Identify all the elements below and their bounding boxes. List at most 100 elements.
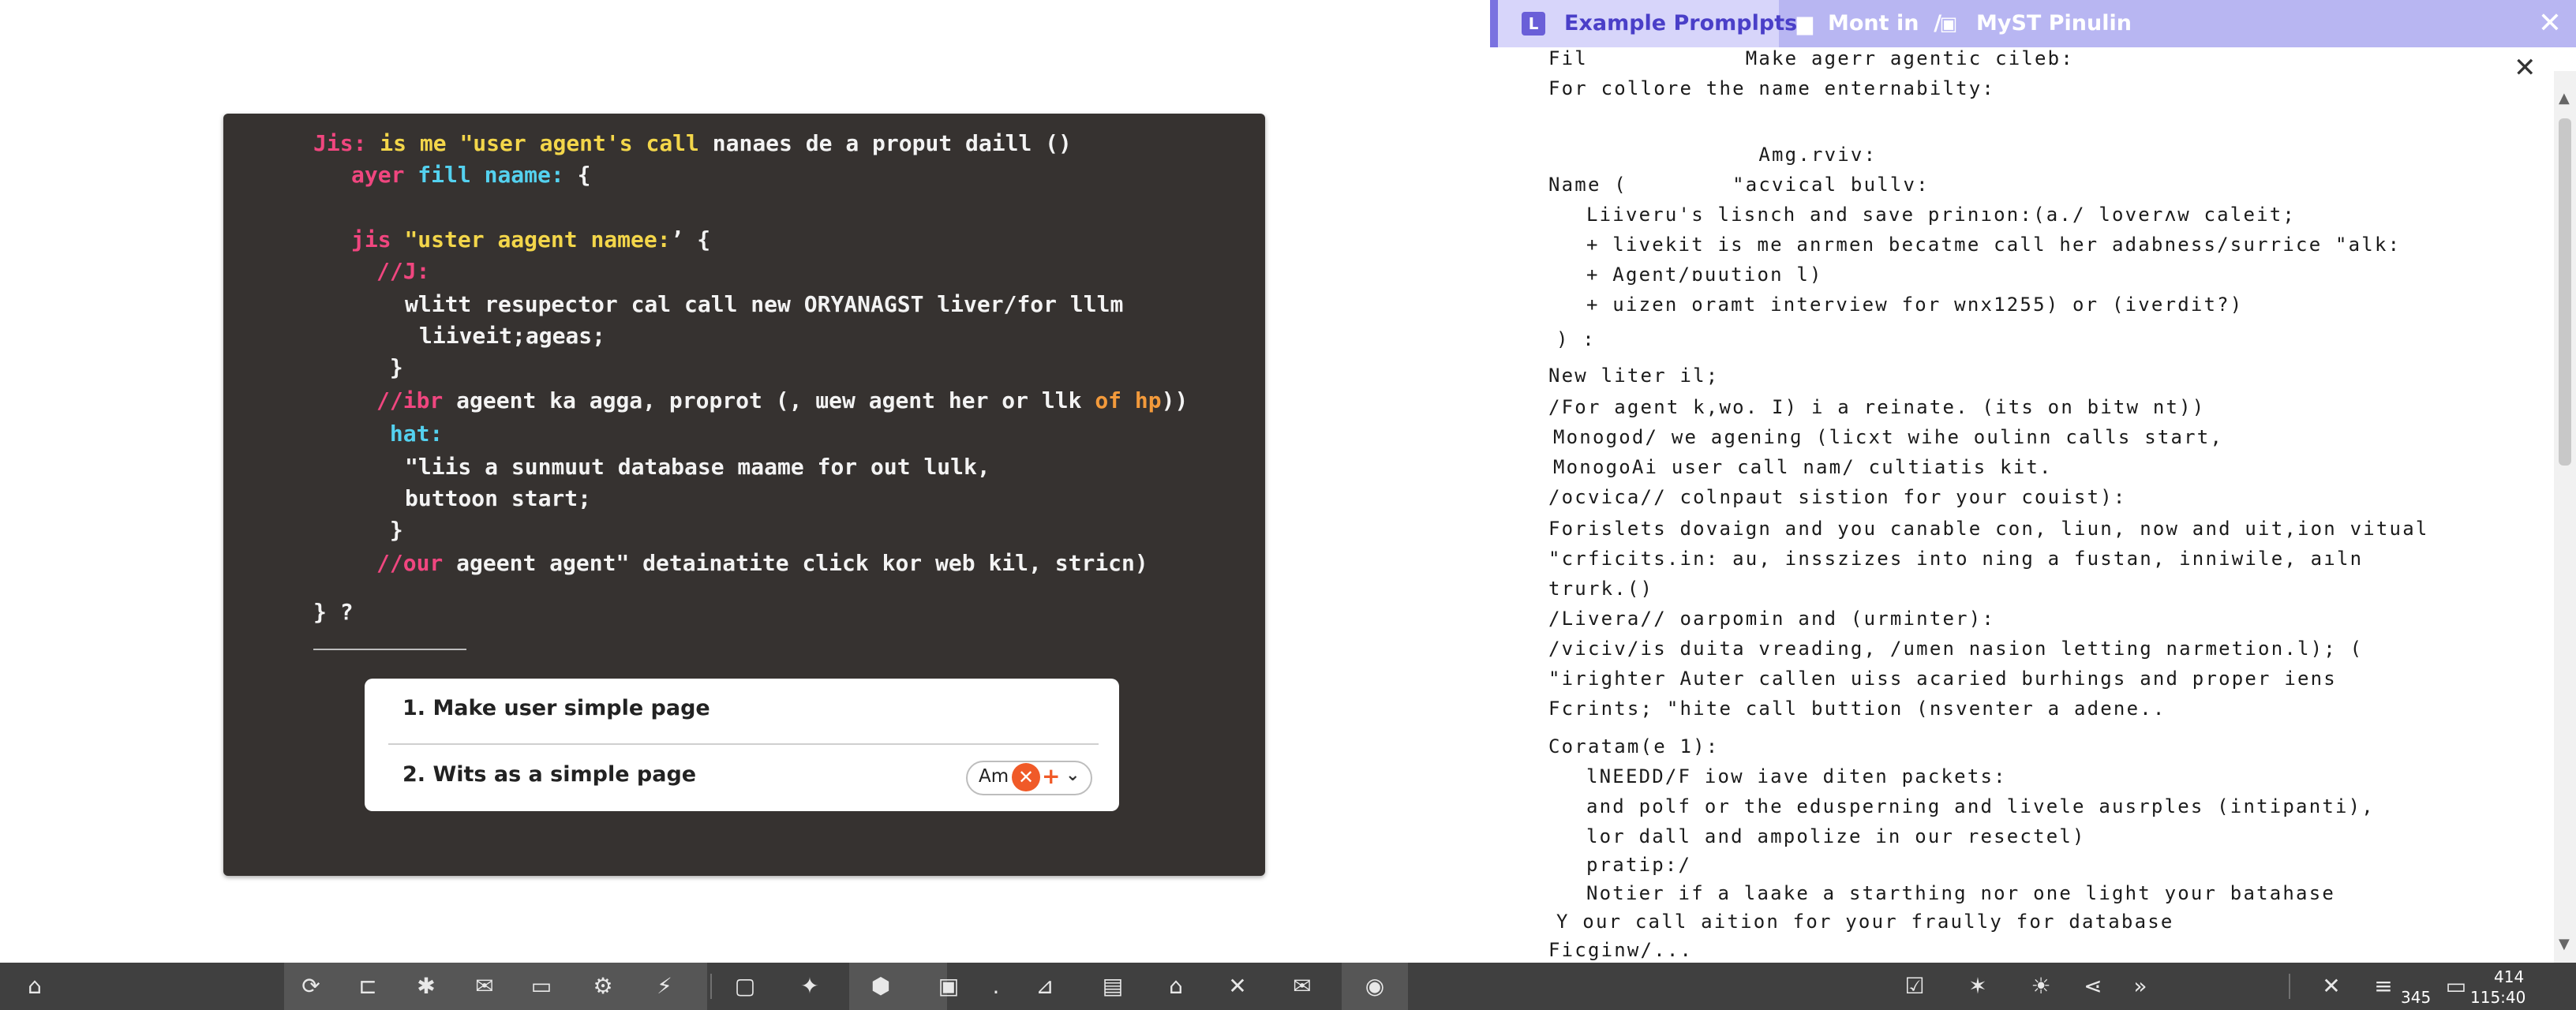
code-line: Jis: is me "user agent's call nanaes de … [313, 128, 1072, 159]
document-line: MonogoAi user call nam/ cultiatis kit. [1553, 456, 2053, 478]
battery-icon[interactable]: ▭ [2440, 971, 2472, 1002]
mute-icon[interactable]: ✕ [2316, 971, 2347, 1002]
code-line: //our ageent agent" detainatite click ko… [376, 548, 1148, 579]
scrollbar[interactable]: ▲ ▼ [2554, 71, 2576, 963]
clock-time[interactable]: 414 [2494, 967, 2524, 986]
document-line: Fil Make agerr agentic cileb: [1548, 47, 2074, 69]
code-token: } [376, 517, 403, 543]
code-line: ayer fill naame: { [351, 159, 590, 191]
document-line: + uizen oramt interview for wnx1255) or … [1586, 294, 2244, 316]
prompt-item-2-label: 2. Wits as a simple page [402, 762, 697, 787]
document-line: New liter il; [1548, 365, 1720, 387]
compass-icon[interactable]: ✦ [794, 971, 826, 1002]
document-line: Ficginw/... [1548, 939, 1694, 961]
code-line: jis "uster aagent namee:’ { [351, 224, 710, 256]
document-line: Name ( "acvical bullv: [1548, 174, 1930, 196]
code-token: liiveit;ageas; [419, 323, 606, 349]
document-line: Forislets dovaign and you canable con, l… [1548, 518, 2429, 540]
document-line: For collore the name enternabilty: [1548, 77, 1996, 99]
document-line: Y our call aition for your fraully for d… [1556, 911, 2174, 933]
code-token: ageent ka agga, proprot (, ɯew agent her… [456, 387, 1095, 413]
code-token: //our [376, 550, 457, 576]
document-line: trurk.() [1548, 578, 1654, 600]
close-icon[interactable]: ✕ [1012, 763, 1040, 791]
code-token: ayer [351, 162, 418, 188]
code-line: } [376, 514, 403, 546]
document-line: and polf or the eduspernіng and livele a… [1586, 795, 2375, 817]
code-token: fill naame: [417, 162, 578, 188]
forward-icon[interactable]: » [2125, 971, 2156, 1002]
code-line: wlitt resupector cal call new ORYANAGST … [405, 289, 1123, 320]
document-line: Liiveru's lisnch and save prinıon:(a./ l… [1586, 204, 2297, 226]
code-token: wlitt resupector cal call new ORYANAGST … [405, 291, 1124, 317]
lightning-icon[interactable]: ⚡ [649, 971, 680, 1002]
prompt-item-2[interactable]: 2. Wits as a simple page Am ✕ + ⌄ [365, 745, 1119, 808]
model-selector[interactable]: Am ✕ + ⌄ [966, 761, 1092, 795]
clock-date[interactable]: 115:40 [2470, 988, 2525, 1007]
scrollbar-thumb[interactable] [2559, 118, 2571, 466]
mail-icon[interactable]: ✉ [469, 971, 500, 1002]
document-line: Notier if a laake a starthing nor one li… [1586, 882, 2336, 904]
code-token: //J: [376, 258, 430, 284]
code-token: jis [351, 226, 405, 252]
code-token: } [376, 354, 403, 380]
document-line: Monogod/ we ageninɡ (licxt wihe oulinn c… [1553, 426, 2224, 448]
list-icon[interactable]: ≡ [2368, 971, 2399, 1002]
folder-icon[interactable]: ▤ [1097, 971, 1129, 1002]
code-token: )) [1161, 387, 1189, 413]
bookmark-icon[interactable]: ⊏ [352, 971, 384, 1002]
dot-icon[interactable]: . [980, 971, 1012, 1002]
document-line: Fcrints; "hite call buttion (nsventer a … [1548, 698, 2166, 720]
document-line: + Agent/ɒuution l) [1586, 264, 1823, 286]
code-divider [313, 649, 466, 650]
chrome-icon[interactable]: ◉ [1359, 971, 1391, 1002]
document-line: "irighter Auter callen uiss acaried burh… [1548, 668, 2337, 690]
home-icon[interactable]: ⌂ [19, 971, 51, 1002]
document-line: pratip:/ [1586, 854, 1692, 876]
chart-icon[interactable]: ⊿ [1029, 971, 1061, 1002]
model-selector-label: Am [979, 766, 1009, 787]
code-token: } [313, 599, 340, 625]
sync-icon[interactable]: ⟳ [295, 971, 327, 1002]
code-line: } [376, 352, 403, 383]
code-token: "liis a sunmuut database maame for out l… [405, 454, 990, 480]
document-line: /Livera// oarpomin and (urminter): [1548, 608, 1996, 630]
star-icon[interactable]: ✶ [1962, 971, 1994, 1002]
taskbar-separator [710, 974, 712, 999]
code-token: is me [380, 130, 460, 156]
chevron-down-icon[interactable]: ⌄ [1065, 765, 1080, 785]
chat-icon[interactable]: ▢ [729, 971, 761, 1002]
terminal-icon[interactable]: ▭ [526, 971, 557, 1002]
document-line: + livekit is me anrmen becatme call her … [1586, 234, 2402, 256]
code-token: ageent agent" detainatite click kor web … [456, 550, 1148, 576]
code-line: liiveit;ageas; [419, 320, 605, 352]
code-token: "uster aagent namee: [404, 226, 671, 252]
email-icon[interactable]: ✉ [1286, 971, 1318, 1002]
document-line: /For agent k,wo. I) i a reinate. (its on… [1548, 396, 2206, 418]
weather-icon[interactable]: ☀ [2025, 971, 2057, 1002]
document-line: lor dall and ampolize in our resectel) [1586, 825, 2086, 847]
code-line: //J: [376, 256, 429, 287]
taskbar-separator [2289, 974, 2290, 999]
check-box-icon[interactable]: ☑ [1899, 971, 1930, 1002]
prompt-item-1[interactable]: 1. Make user simple page [365, 679, 1119, 742]
box-icon[interactable]: ▣ [933, 971, 964, 1002]
document-pane: L Example Promplpts ▆ Mont in / ▣ MyST P… [1490, 0, 2576, 963]
crop-icon[interactable]: ✕ [1222, 971, 1253, 1002]
share-icon[interactable]: ⋖ [2077, 971, 2109, 1002]
gear-icon[interactable]: ⚙ [587, 971, 619, 1002]
code-token: ? [339, 599, 354, 625]
close-icon[interactable]: ✕ [2514, 52, 2537, 84]
house-icon[interactable]: ⌂ [1160, 971, 1192, 1002]
code-line: } ? [313, 597, 354, 628]
scroll-down-icon[interactable]: ▼ [2559, 936, 2570, 952]
document-line: "crficits.in: au, insszizes into ning a … [1548, 548, 2364, 570]
plus-icon[interactable]: + [1042, 763, 1060, 789]
settings-puzzle-icon[interactable]: ✱ [410, 971, 442, 1002]
document-text[interactable]: Fil Make agerr agentic cileb: For collore… [1490, 0, 2548, 963]
scroll-up-icon[interactable]: ▲ [2559, 90, 2570, 107]
cube-icon[interactable]: ⬢ [865, 971, 897, 1002]
code-card: Jis: is me "user agent's call nanaes de … [223, 114, 1265, 876]
tray-counter: 345 [2401, 988, 2432, 1007]
code-token: //ibr [376, 387, 457, 413]
